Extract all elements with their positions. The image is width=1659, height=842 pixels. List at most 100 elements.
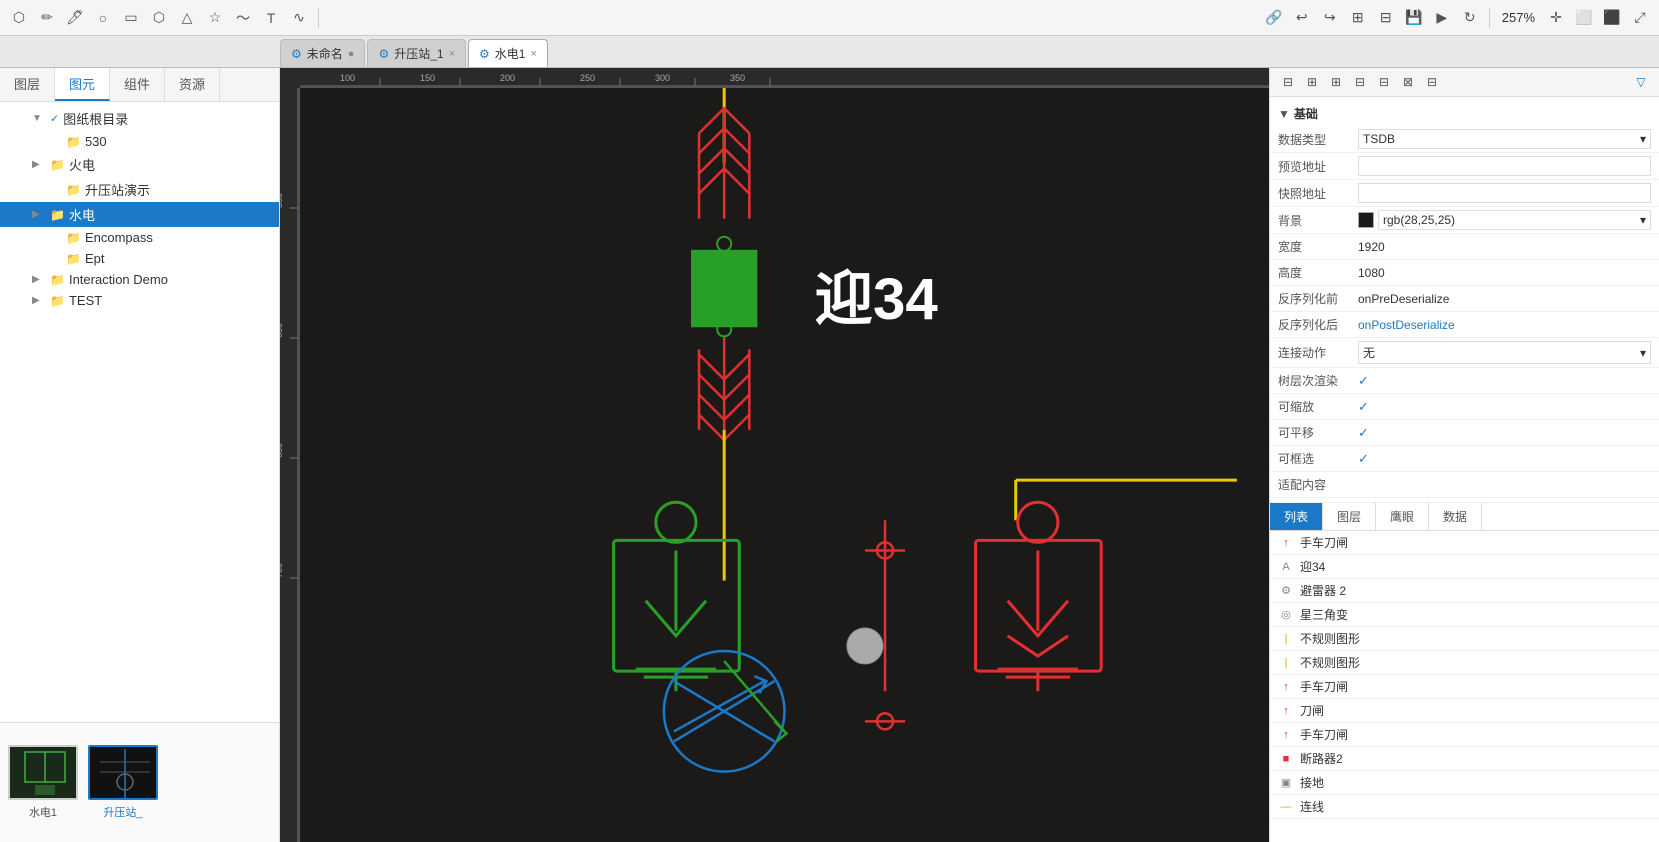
prop-row-scalable: 可缩放 ✓ — [1270, 394, 1659, 420]
rp-distribute-v-icon[interactable]: ⊟ — [1422, 72, 1442, 92]
list-item-2[interactable]: ⚙ 避雷器 2 — [1270, 579, 1659, 603]
rp-tab-eagle-eye[interactable]: 鹰眼 — [1376, 503, 1429, 530]
tree-item-ept[interactable]: ▶ 📁 Ept — [0, 248, 279, 269]
rp-align-center-icon[interactable]: ⊞ — [1326, 72, 1346, 92]
list-label-5: 不规则图形 — [1300, 654, 1360, 671]
prop-input-previewurl[interactable] — [1358, 156, 1651, 176]
list-item-5[interactable]: | 不规则图形 — [1270, 651, 1659, 675]
tree-item-hydropower[interactable]: ▶ 📁 火电 — [0, 152, 279, 177]
tab-close-substation1[interactable]: × — [449, 48, 455, 60]
prop-select-datatype[interactable]: TSDB ▾ — [1358, 129, 1651, 149]
redo-icon[interactable]: ↪ — [1319, 7, 1341, 29]
tab-unnamed[interactable]: ⚙ 未命名 ● — [280, 39, 365, 67]
save-icon[interactable]: 💾 — [1403, 7, 1425, 29]
pannable-check[interactable]: ✓ — [1358, 425, 1369, 441]
list-label-4: 不规则图形 — [1300, 630, 1360, 647]
tree-expand-id[interactable]: ▶ — [32, 274, 46, 285]
tab-hydro1[interactable]: ⚙ 水电1 × — [468, 39, 548, 67]
tab-close-hydro1[interactable]: × — [530, 48, 536, 60]
list-item-4[interactable]: | 不规则图形 — [1270, 627, 1659, 651]
toolbar-sep-2 — [1489, 8, 1490, 28]
select-tool-icon[interactable]: ⬡ — [8, 7, 30, 29]
list-item-11[interactable]: — 连线 — [1270, 795, 1659, 819]
prop-value-datatype: TSDB ▾ — [1358, 129, 1651, 149]
wave-tool-icon[interactable]: ∿ — [288, 7, 310, 29]
svg-text:300: 300 — [655, 73, 670, 83]
tree-render-check[interactable]: ✓ — [1358, 373, 1369, 389]
pen-tool-icon[interactable]: 🖊 — [64, 7, 86, 29]
postdeserialize-link[interactable]: onPostDeserialize — [1358, 318, 1455, 332]
rp-tab-list[interactable]: 列表 — [1270, 503, 1323, 530]
refresh-icon[interactable]: ↻ — [1459, 7, 1481, 29]
rp-align-bottom-icon[interactable]: ⊟ — [1374, 72, 1394, 92]
tree-item-530[interactable]: ▶ 📁 530 — [0, 131, 279, 152]
tree-item-root[interactable]: ▼ ✓ 图纸根目录 — [0, 106, 279, 131]
align-icon[interactable]: ⊟ — [1375, 7, 1397, 29]
tree-expand-root[interactable]: ▼ — [32, 113, 46, 124]
tree-item-encompass[interactable]: ▶ 📁 Encompass — [0, 227, 279, 248]
fullscreen-icon[interactable]: ⤢ — [1629, 7, 1651, 29]
link-icon[interactable]: 🔗 — [1263, 7, 1285, 29]
prop-value-width: 1920 — [1358, 240, 1651, 254]
prop-row-datatype: 数据类型 TSDB ▾ — [1270, 126, 1659, 153]
background-color-swatch[interactable] — [1358, 212, 1374, 228]
tree-item-interaction-demo[interactable]: ▶ 📁 Interaction Demo — [0, 269, 279, 290]
tab-substation1[interactable]: ⚙ 升压站_1 × — [367, 39, 466, 67]
text-tool-icon[interactable]: T — [260, 7, 282, 29]
tree-item-water[interactable]: ▶ 📁 水电 — [0, 202, 279, 227]
circle-tool-icon[interactable]: ○ — [92, 7, 114, 29]
list-item-9[interactable]: ■ 断路器2 — [1270, 747, 1659, 771]
max-window-icon[interactable]: ⬛ — [1601, 7, 1623, 29]
grid-icon[interactable]: ⊞ — [1347, 7, 1369, 29]
ruler-corner — [280, 68, 300, 88]
tree-expand-w[interactable]: ▶ — [32, 209, 46, 220]
prop-input-snapshoturl[interactable] — [1358, 183, 1651, 203]
curve-tool-icon[interactable]: 〜 — [232, 7, 254, 29]
play-icon[interactable]: ▶ — [1431, 7, 1453, 29]
list-icon-0: ↑ — [1278, 537, 1294, 549]
thumbnail-substation[interactable]: 升压站_ — [88, 745, 158, 820]
rect-tool-icon[interactable]: ▭ — [120, 7, 142, 29]
pencil-tool-icon[interactable]: ✏ — [36, 7, 58, 29]
list-item-0[interactable]: ↑ 手车刀闸 — [1270, 531, 1659, 555]
tab-close-unnamed[interactable]: ● — [348, 48, 355, 60]
rp-tab-data[interactable]: 数据 — [1429, 503, 1482, 530]
sidebar-tab-layer[interactable]: 图层 — [0, 68, 55, 101]
rp-columns-icon[interactable]: ⊟ — [1278, 72, 1298, 92]
list-item-1[interactable]: A 迎34 — [1270, 555, 1659, 579]
rp-align-left-icon[interactable]: ⊞ — [1302, 72, 1322, 92]
svg-text:600: 600 — [280, 323, 284, 338]
canvas-content[interactable]: 迎34 — [300, 88, 1269, 842]
rp-tab-layer[interactable]: 图层 — [1323, 503, 1376, 530]
sidebar-tab-element[interactable]: 图元 — [55, 68, 110, 101]
crosshair-icon[interactable]: ✛ — [1545, 7, 1567, 29]
prop-select-background[interactable]: rgb(28,25,25) ▾ — [1378, 210, 1651, 230]
sidebar-tab-component[interactable]: 组件 — [110, 68, 165, 101]
hexagon-tool-icon[interactable]: ⬡ — [148, 7, 170, 29]
scalable-check[interactable]: ✓ — [1358, 399, 1369, 415]
tree-item-substation-demo[interactable]: ▶ 📁 升压站演示 — [0, 177, 279, 202]
thumbnail-hydro1[interactable]: 水电1 — [8, 745, 78, 820]
rp-distribute-h-icon[interactable]: ⊠ — [1398, 72, 1418, 92]
selectable-check[interactable]: ✓ — [1358, 451, 1369, 467]
toolbar-sep-1 — [318, 8, 319, 28]
list-item-10[interactable]: ▣ 接地 — [1270, 771, 1659, 795]
rp-align-top-icon[interactable]: ⊟ — [1350, 72, 1370, 92]
sidebar-tab-resource[interactable]: 资源 — [165, 68, 220, 101]
section-header-basic[interactable]: ▼ 基础 — [1270, 101, 1659, 126]
prop-select-connect-action[interactable]: 无 ▾ — [1358, 341, 1651, 364]
tree-expand-test[interactable]: ▶ — [32, 295, 46, 306]
thumbnail-label-substation: 升压站_ — [103, 804, 142, 820]
tree-expand-hp[interactable]: ▶ — [32, 159, 46, 170]
triangle-tool-icon[interactable]: △ — [176, 7, 198, 29]
rp-filter-icon[interactable]: ▽ — [1631, 72, 1651, 92]
tree-item-test[interactable]: ▶ 📁 TEST — [0, 290, 279, 311]
window-icon[interactable]: ⬜ — [1573, 7, 1595, 29]
canvas-area[interactable]: 100 150 200 250 300 350 550 600 — [280, 68, 1269, 842]
list-item-8[interactable]: ↑ 手车刀闸 — [1270, 723, 1659, 747]
star-tool-icon[interactable]: ☆ — [204, 7, 226, 29]
list-item-3[interactable]: ◎ 星三角变 — [1270, 603, 1659, 627]
undo-icon[interactable]: ↩ — [1291, 7, 1313, 29]
list-item-7[interactable]: ↑ 刀闸 — [1270, 699, 1659, 723]
list-item-6[interactable]: ↑ 手车刀闸 — [1270, 675, 1659, 699]
